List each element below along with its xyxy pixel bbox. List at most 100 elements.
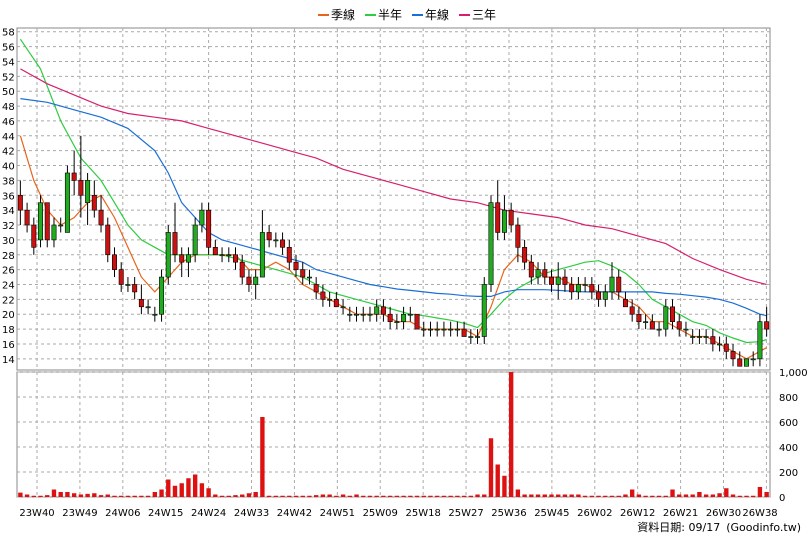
volume-bar xyxy=(354,494,359,497)
volume-bar xyxy=(300,495,305,497)
x-tick-label: 23W49 xyxy=(62,508,97,519)
candle-body xyxy=(112,254,117,270)
candle-body xyxy=(468,336,474,338)
stock-chart: 季線 半年 年線 三年 14 16 18 20 22 24 26 28 30 32 34 36 38 40 42 4… xyxy=(0,0,808,540)
candle-body xyxy=(690,336,696,338)
volume-bar xyxy=(152,492,158,497)
chart-legend: 季線 半年 年線 三年 xyxy=(318,7,496,22)
x-tick-label: 26W30 xyxy=(706,508,741,519)
price-tick-label: 46 xyxy=(2,117,15,128)
volume-bar xyxy=(616,495,621,497)
candle-body xyxy=(555,276,561,285)
candle-body xyxy=(522,247,528,263)
price-tick-label: 52 xyxy=(2,72,15,83)
footer-text: 資料日期: 09/17 (Goodinfo.tw) xyxy=(637,520,801,534)
candle-body xyxy=(696,336,702,338)
volume-bar xyxy=(347,495,352,497)
volume-bar xyxy=(273,495,279,497)
candle-body xyxy=(380,306,386,315)
candle-body xyxy=(253,276,259,285)
volume-bar xyxy=(98,495,104,497)
data-source-label: (Goodinfo.tw) xyxy=(726,521,801,534)
volume-bar xyxy=(340,494,346,497)
price-tick-label: 26 xyxy=(2,266,15,277)
volume-bar xyxy=(408,495,413,497)
volume-bar xyxy=(535,494,541,497)
candle-body xyxy=(280,239,286,248)
price-tick-label: 28 xyxy=(2,251,15,262)
volume-bar xyxy=(495,464,500,497)
candle-body xyxy=(98,209,104,226)
candle-body xyxy=(340,306,346,309)
chart-svg: 季線 半年 年線 三年 14 16 18 20 22 24 26 28 30 32 34 36 38 40 42 4… xyxy=(2,7,808,534)
volume-bar xyxy=(119,495,124,497)
x-tick-label: 23W40 xyxy=(19,508,54,519)
volume-bar xyxy=(435,495,440,497)
volume-bar xyxy=(643,495,648,497)
volume-bar xyxy=(508,372,514,497)
axis-labels: 23W40 23W49 24W06 24W15 24W24 24W33 24W42 24W51… xyxy=(19,508,777,519)
candle-body xyxy=(145,306,151,309)
volume-bar xyxy=(515,489,521,497)
candle-body xyxy=(159,276,165,315)
volume-bar xyxy=(482,494,487,497)
volume-bar xyxy=(280,495,285,497)
volume-bar xyxy=(556,494,561,497)
volume-bar xyxy=(542,494,547,497)
legend-label: 半年 xyxy=(378,8,402,22)
price-tick-label: 40 xyxy=(2,162,15,173)
volume-bar xyxy=(475,494,480,497)
candle xyxy=(481,277,487,344)
price-tick-label: 48 xyxy=(2,102,15,113)
volume-bar xyxy=(468,495,474,497)
volume-bar xyxy=(690,494,695,497)
candle-body xyxy=(165,232,171,278)
candle-body xyxy=(64,172,70,233)
volume-bar xyxy=(313,495,319,497)
volume-bar xyxy=(159,489,164,497)
candle-body xyxy=(85,180,91,204)
candle-body xyxy=(764,321,770,330)
candle-body xyxy=(273,239,279,242)
candle-body xyxy=(394,321,400,323)
x-tick-label: 25W18 xyxy=(405,508,440,519)
candle-body xyxy=(602,291,608,300)
price-tick-label: 16 xyxy=(2,340,15,351)
candle-body xyxy=(656,328,662,331)
candle-body xyxy=(481,284,487,337)
volume-bar xyxy=(166,479,171,497)
candle-body xyxy=(710,336,716,345)
candle-body xyxy=(636,313,642,322)
candle-body xyxy=(179,254,185,263)
candle-body xyxy=(374,306,380,315)
volume-bar xyxy=(764,492,769,497)
volume-bar xyxy=(441,495,447,497)
volume-tick-label: 600 xyxy=(779,418,798,429)
volume-bar xyxy=(367,495,373,497)
candle-body xyxy=(609,276,615,293)
candle xyxy=(64,165,70,233)
volume-bar xyxy=(45,495,50,497)
volume-bar xyxy=(199,483,205,497)
candle-body xyxy=(703,336,709,338)
price-tick-label: 24 xyxy=(2,281,15,292)
candle-body xyxy=(589,284,595,293)
candle xyxy=(159,269,165,322)
candle-body xyxy=(185,254,191,263)
volume-bar xyxy=(636,494,642,497)
volume-bar xyxy=(58,492,63,497)
volume-bar xyxy=(361,495,366,497)
candle-body xyxy=(293,261,299,270)
volume-bar xyxy=(293,495,299,497)
volume-bar xyxy=(461,495,467,497)
volume-bar xyxy=(697,492,702,497)
candle xyxy=(165,225,171,285)
volume-bar xyxy=(172,485,178,497)
legend-label: 年線 xyxy=(425,7,449,22)
volume-bar xyxy=(703,494,709,497)
price-tick-label: 44 xyxy=(2,132,15,143)
candle-body xyxy=(723,343,729,352)
candle-body xyxy=(750,358,756,361)
candle-body xyxy=(44,202,50,241)
volume-bar xyxy=(266,495,272,497)
